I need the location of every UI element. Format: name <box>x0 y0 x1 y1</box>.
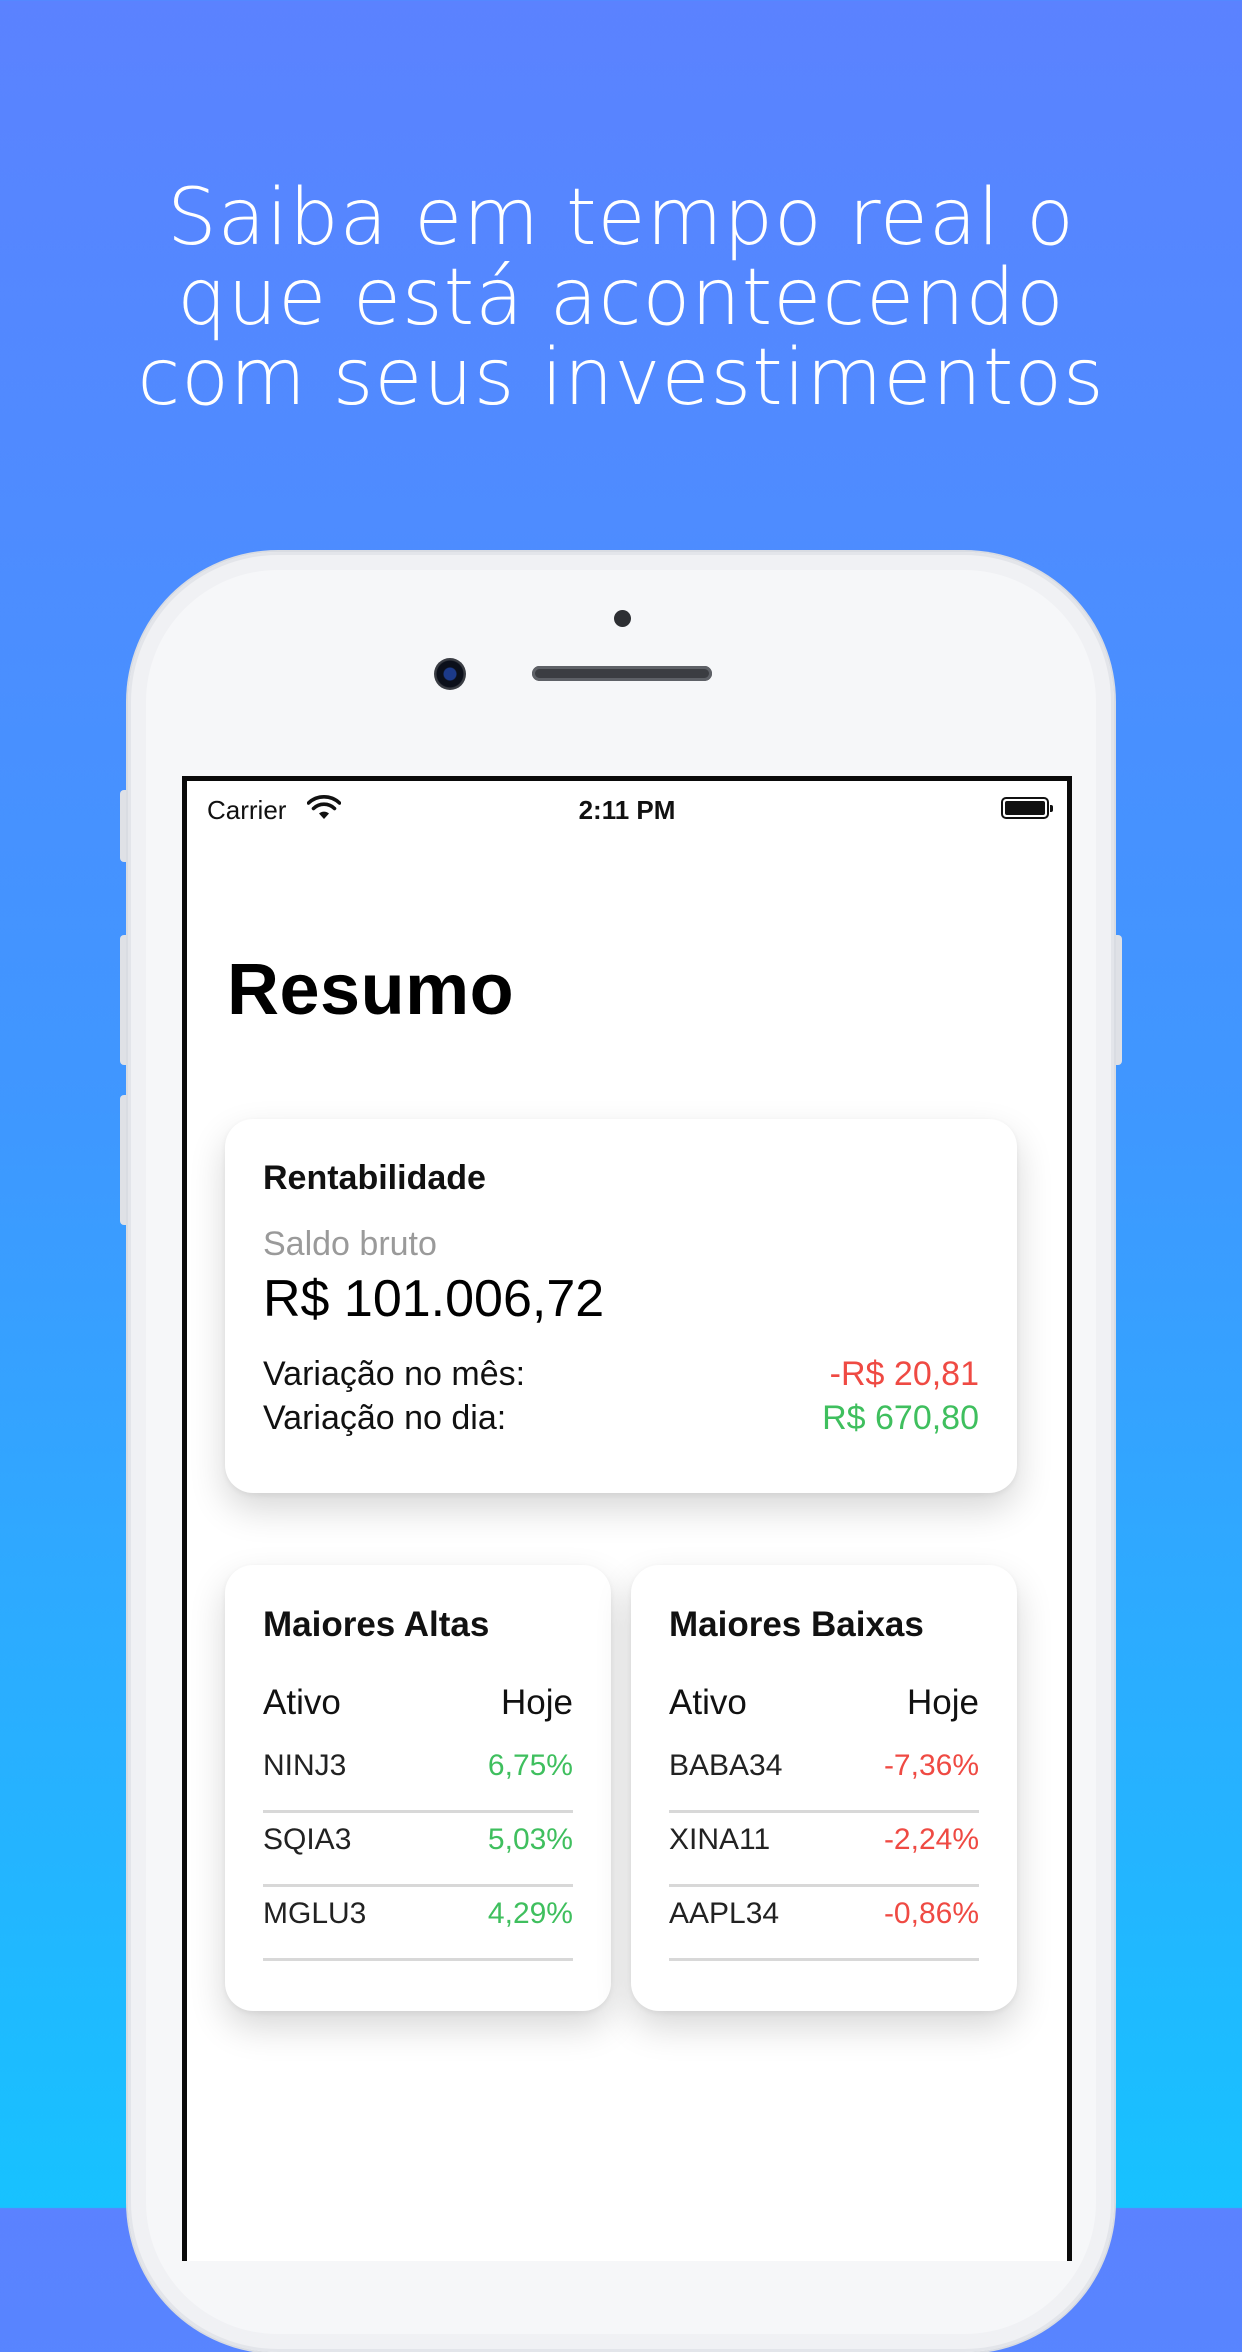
table-row[interactable]: NINJ3 6,75% <box>263 1739 573 1813</box>
table-row[interactable]: BABA34 -7,36% <box>669 1739 979 1813</box>
saldo-bruto-label: Saldo bruto <box>263 1225 437 1263</box>
rentabilidade-title: Rentabilidade <box>263 1159 486 1197</box>
rentabilidade-card[interactable]: Rentabilidade Saldo bruto R$ 101.006,72 … <box>225 1119 1017 1493</box>
status-bar: Carrier 2:11 PM <box>187 781 1067 831</box>
maiores-altas-title: Maiores Altas <box>263 1605 490 1644</box>
maiores-altas-card[interactable]: Maiores Altas Ativo Hoje NINJ3 6,75% SQI… <box>225 1565 611 2011</box>
table-row[interactable]: AAPL34 -0,86% <box>669 1887 979 1961</box>
asset-change: 4,29% <box>487 1897 573 1930</box>
maiores-altas-table: Ativo Hoje NINJ3 6,75% SQIA3 5,03% MGLU3… <box>263 1683 573 1961</box>
headline-line-3: com seus investimentos <box>137 333 1105 423</box>
headline-line-2: que está acontecendo <box>177 253 1065 343</box>
earpiece-speaker <box>532 666 712 681</box>
asset-symbol: AAPL34 <box>669 1897 780 1930</box>
table-row[interactable]: SQIA3 5,03% <box>263 1813 573 1887</box>
variacao-dia-row: Variação no dia: R$ 670,80 <box>263 1399 979 1438</box>
headline-line-1: Saiba em tempo real o <box>167 173 1075 263</box>
variacao-dia-value: R$ 670,80 <box>822 1399 979 1437</box>
table-row[interactable]: XINA11 -2,24% <box>669 1813 979 1887</box>
variacao-dia-label: Variação no dia: <box>263 1399 507 1437</box>
table-header: Ativo Hoje <box>669 1683 979 1739</box>
column-header-hoje: Hoje <box>907 1683 979 1722</box>
status-time: 2:11 PM <box>578 795 676 825</box>
battery-icon <box>1001 797 1053 819</box>
asset-symbol: MGLU3 <box>263 1897 367 1930</box>
front-camera <box>434 658 466 690</box>
saldo-bruto-value: R$ 101.006,72 <box>263 1270 605 1328</box>
asset-change: 6,75% <box>487 1749 573 1782</box>
maiores-baixas-table: Ativo Hoje BABA34 -7,36% XINA11 -2,24% A… <box>669 1683 979 1961</box>
asset-symbol: BABA34 <box>669 1749 783 1782</box>
maiores-baixas-card[interactable]: Maiores Baixas Ativo Hoje BABA34 -7,36% … <box>631 1565 1017 2011</box>
proximity-sensor <box>614 610 631 627</box>
asset-symbol: NINJ3 <box>263 1749 347 1782</box>
column-header-ativo: Ativo <box>669 1683 747 1722</box>
page-title: Resumo <box>227 950 515 1030</box>
asset-change: 5,03% <box>487 1823 573 1856</box>
app-screen: Carrier 2:11 PM Resumo Rentabilidade Sal… <box>182 776 1072 2261</box>
asset-symbol: SQIA3 <box>263 1823 352 1856</box>
promo-headline: Saiba em tempo real o que está acontecen… <box>0 178 1242 418</box>
asset-change: -0,86% <box>883 1897 979 1930</box>
asset-change: -7,36% <box>883 1749 979 1782</box>
maiores-baixas-title: Maiores Baixas <box>669 1605 924 1644</box>
table-row[interactable]: MGLU3 4,29% <box>263 1887 573 1961</box>
column-header-ativo: Ativo <box>263 1683 341 1722</box>
asset-symbol: XINA11 <box>669 1823 771 1856</box>
column-header-hoje: Hoje <box>501 1683 573 1722</box>
asset-change: -2,24% <box>883 1823 979 1856</box>
table-header: Ativo Hoje <box>263 1683 573 1739</box>
variacao-mes-row: Variação no mês: -R$ 20,81 <box>263 1355 979 1394</box>
variacao-mes-label: Variação no mês: <box>263 1355 526 1393</box>
variacao-mes-value: -R$ 20,81 <box>829 1355 979 1393</box>
